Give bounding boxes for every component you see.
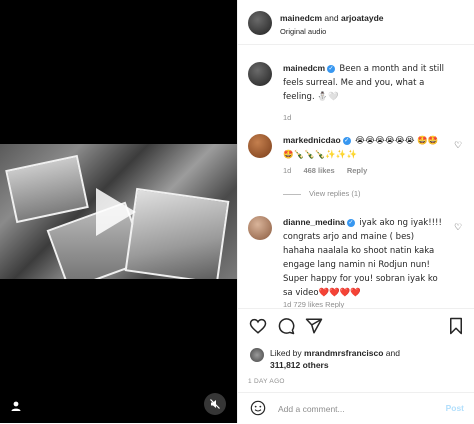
- avatar[interactable]: [248, 62, 272, 86]
- likes-conjunction: and: [385, 348, 400, 358]
- comment-body: dianne_medina ✓ iyak ako ng iyak!!!! cong…: [283, 216, 448, 300]
- post-timestamp[interactable]: 1 DAY AGO: [248, 378, 285, 385]
- author-link[interactable]: mainedcm: [280, 13, 322, 23]
- user-icon: [11, 401, 21, 411]
- comment-likes[interactable]: 468 likes: [303, 166, 334, 175]
- reply-button[interactable]: Reply: [347, 166, 367, 175]
- likes-count[interactable]: 311,812 others: [270, 360, 329, 370]
- verified-icon: ✓: [327, 64, 336, 73]
- media-panel[interactable]: [0, 0, 237, 423]
- audio-label[interactable]: Original audio: [280, 27, 326, 36]
- tagged-users-button[interactable]: [6, 396, 26, 416]
- post-details-panel: mainedcm and arjoatayde Original audio m…: [237, 0, 474, 423]
- verified-icon: ✓: [342, 136, 351, 145]
- add-comment-bar: Post: [238, 392, 474, 424]
- comment-username[interactable]: mainedcm: [283, 63, 325, 73]
- post-comment-button[interactable]: Post: [446, 403, 464, 413]
- post-header: mainedcm and arjoatayde Original audio: [238, 0, 474, 45]
- emoji-icon[interactable]: [250, 400, 266, 416]
- comment-username[interactable]: markednicdao: [283, 135, 341, 145]
- comment-time[interactable]: 1d: [283, 113, 291, 122]
- avatar[interactable]: [248, 134, 272, 158]
- comment-text: iyak ako ng iyak!!!! congrats arjo and m…: [283, 218, 442, 298]
- post-authors: mainedcm and arjoatayde: [280, 13, 384, 23]
- authors-conjunction: and: [324, 13, 339, 23]
- avatar[interactable]: [248, 216, 272, 240]
- author-link[interactable]: arjoatayde: [341, 13, 384, 23]
- comment-time[interactable]: 1d: [283, 166, 291, 175]
- view-replies-button[interactable]: View replies (1): [283, 189, 361, 198]
- liker-avatar[interactable]: [250, 348, 264, 362]
- comment-meta: 1d 468 likes Reply: [283, 166, 377, 175]
- liked-by-label: Liked by: [270, 348, 302, 358]
- comment-body: markednicdao ✓ 😭😭😭😭😭😭 🤩🤩🤩🍾🍾🍾✨✨✨: [283, 134, 448, 162]
- comment-input[interactable]: [276, 400, 430, 418]
- comment-meta-partial: 1d 729 likes Reply: [283, 300, 345, 308]
- comment-meta: 1d: [283, 113, 301, 122]
- photo-thumbnail: [5, 154, 89, 224]
- like-comment-heart-icon[interactable]: ♡: [454, 140, 464, 150]
- post-actions: [238, 308, 474, 339]
- share-icon[interactable]: [305, 317, 323, 335]
- liker-username[interactable]: mrandmrsfrancisco: [304, 348, 383, 358]
- photo-thumbnail: [124, 187, 230, 279]
- liked-by-line: Liked by mrandmrsfrancisco and: [270, 348, 400, 358]
- likes-count-line: 311,812 others: [270, 360, 329, 370]
- avatar[interactable]: [248, 11, 272, 35]
- comment-icon[interactable]: [277, 317, 295, 335]
- mute-button[interactable]: [204, 393, 226, 415]
- verified-icon: ✓: [346, 218, 355, 227]
- heart-icon[interactable]: [249, 317, 267, 335]
- play-icon[interactable]: [96, 188, 136, 236]
- caption-body: mainedcm ✓ Been a month and it still feel…: [283, 62, 448, 104]
- speaker-muted-icon: [210, 399, 220, 409]
- like-comment-heart-icon[interactable]: ♡: [454, 222, 464, 232]
- comment-username[interactable]: dianne_medina: [283, 217, 345, 227]
- bookmark-icon[interactable]: [447, 317, 465, 335]
- comments-list[interactable]: mainedcm ✓ Been a month and it still feel…: [238, 52, 474, 308]
